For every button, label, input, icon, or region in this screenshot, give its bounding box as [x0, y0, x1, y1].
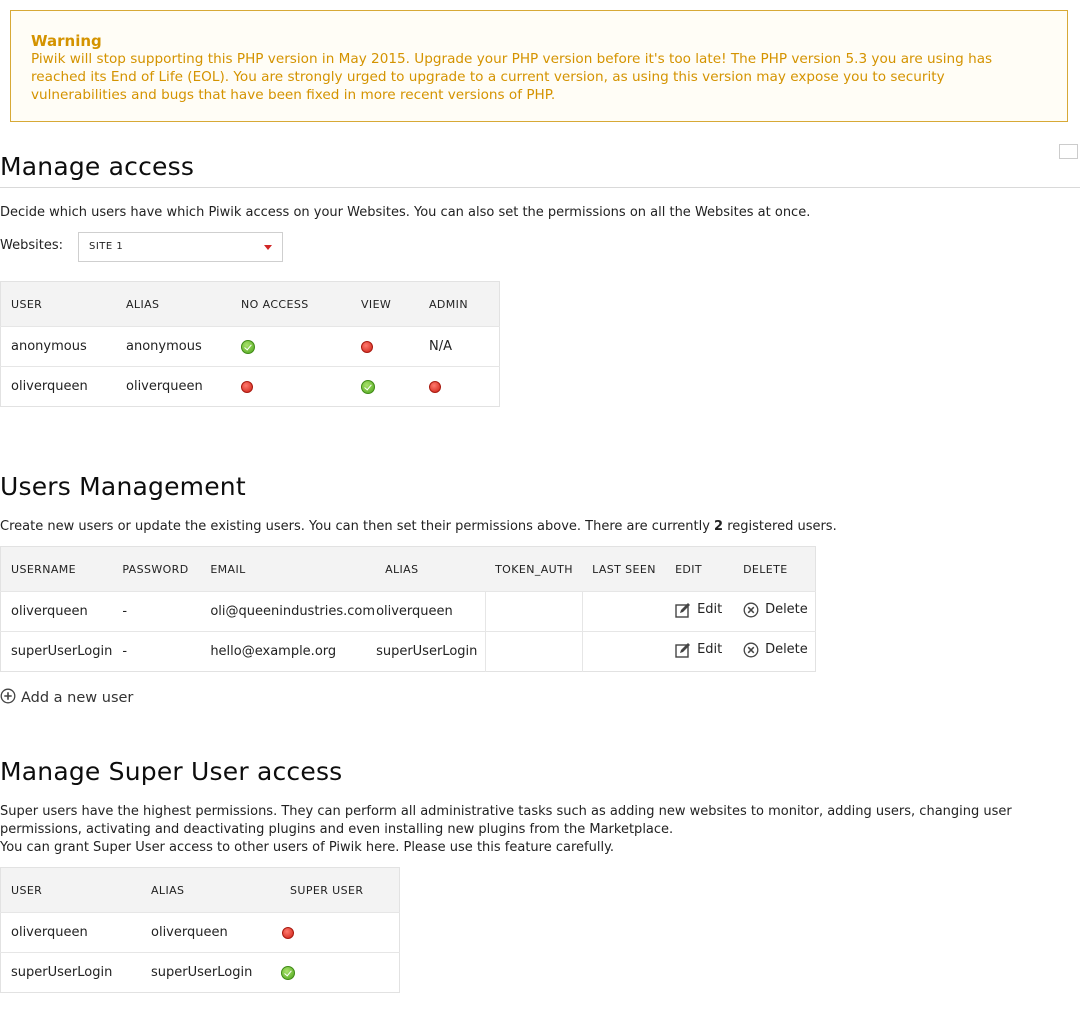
- super-user-warning-text: You can grant Super User access to other…: [0, 840, 615, 855]
- granted-icon[interactable]: [241, 339, 255, 354]
- col-delete: DELETE: [733, 546, 816, 592]
- users-management-title: Users Management: [0, 472, 246, 501]
- table-row: oliverqueen oliverqueen: [0, 912, 400, 953]
- denied-icon[interactable]: [429, 380, 441, 393]
- dropdown-caret-icon: [264, 245, 272, 250]
- col-view: VIEW: [351, 281, 419, 327]
- edit-label: Edit: [697, 642, 723, 657]
- add-circle-icon: [0, 688, 16, 708]
- manage-access-description: Decide which users have which Piwik acce…: [0, 205, 811, 220]
- col-email: EMAIL: [200, 546, 376, 592]
- col-user: USER: [0, 281, 116, 327]
- cell-email: oli@queenindustries.com: [200, 591, 376, 632]
- cell-admin: N/A: [419, 326, 500, 367]
- delete-icon: [743, 642, 759, 658]
- col-token-auth: TOKEN_AUTH: [485, 546, 583, 592]
- denied-icon[interactable]: [361, 340, 373, 353]
- description-part: Create new users or update the existing …: [0, 519, 715, 534]
- cell-alias: oliverqueen: [116, 366, 231, 407]
- delete-user-button[interactable]: Delete: [743, 602, 808, 618]
- access-table: USER ALIAS NO ACCESS VIEW ADMIN anonymou…: [0, 281, 500, 407]
- edit-user-button[interactable]: Edit: [675, 642, 722, 658]
- table-row: anonymous anonymous N/A: [0, 326, 500, 367]
- add-new-user-label: Add a new user: [21, 690, 134, 706]
- delete-label: Delete: [765, 602, 808, 617]
- col-edit: EDIT: [665, 546, 734, 592]
- edit-user-button[interactable]: Edit: [675, 602, 722, 618]
- super-user-title: Manage Super User access: [0, 757, 343, 786]
- col-password: PASSWORD: [112, 546, 201, 592]
- edit-label: Edit: [697, 602, 723, 617]
- table-row: oliverqueen oliverqueen: [0, 366, 500, 407]
- user-count: 2: [714, 519, 724, 534]
- page: Warning Piwik will stop supporting this …: [0, 0, 1080, 1035]
- warning-text: Piwik will stop supporting this PHP vers…: [31, 51, 993, 103]
- description-part: registered users.: [723, 519, 837, 534]
- php-warning-box: Warning Piwik will stop supporting this …: [10, 10, 1068, 122]
- cell-alias: anonymous: [116, 326, 231, 367]
- col-alias: ALIAS: [116, 281, 231, 327]
- granted-icon[interactable]: [361, 379, 375, 394]
- edit-icon: [675, 602, 691, 618]
- corner-checkbox[interactable]: [1059, 144, 1078, 159]
- cell-email: hello@example.org: [200, 631, 376, 672]
- col-alias: ALIAS: [141, 867, 280, 913]
- cell-alias: superUserLogin: [375, 631, 486, 672]
- cell-alias: oliverqueen: [141, 912, 280, 953]
- cell-user: oliverqueen: [0, 912, 141, 953]
- website-selector[interactable]: SITE 1: [78, 232, 283, 262]
- table-row: superUserLogin - hello@example.org super…: [0, 631, 816, 672]
- edit-icon: [675, 642, 691, 658]
- delete-icon: [743, 602, 759, 618]
- cell-last-seen: [581, 591, 666, 632]
- cell-username: oliverqueen: [0, 591, 113, 632]
- granted-icon[interactable]: [281, 965, 295, 980]
- cell-last-seen: [581, 631, 666, 672]
- denied-icon[interactable]: [282, 926, 294, 939]
- cell-user: anonymous: [0, 326, 116, 367]
- cell-username: superUserLogin: [0, 631, 113, 672]
- cell-password: -: [112, 591, 201, 632]
- selected-site: SITE 1: [89, 241, 124, 252]
- col-no-access: NO ACCESS: [231, 281, 351, 327]
- section-divider: [0, 187, 1080, 188]
- cell-token-auth: [484, 631, 583, 672]
- col-alias: ALIAS: [375, 546, 486, 592]
- cell-user: oliverqueen: [0, 366, 116, 407]
- users-table: USERNAME PASSWORD EMAIL ALIAS TOKEN_AUTH…: [0, 546, 816, 672]
- col-last-seen: LAST SEEN: [582, 546, 666, 592]
- table-row: oliverqueen - oli@queenindustries.com ol…: [0, 591, 816, 632]
- warning-title: Warning: [31, 32, 102, 50]
- table-row: superUserLogin superUserLogin: [0, 952, 400, 993]
- users-management-description: Create new users or update the existing …: [0, 518, 837, 536]
- add-new-user-button[interactable]: Add a new user: [0, 688, 133, 708]
- cell-user: superUserLogin: [0, 952, 141, 993]
- super-user-table: USER ALIAS SUPER USER oliverqueen oliver…: [0, 867, 400, 993]
- super-user-description: Super users have the highest permissions…: [0, 804, 1012, 837]
- col-user: USER: [0, 867, 141, 913]
- cell-password: -: [112, 631, 201, 672]
- delete-user-button[interactable]: Delete: [743, 642, 808, 658]
- cell-alias: superUserLogin: [141, 952, 280, 993]
- delete-label: Delete: [765, 642, 808, 657]
- websites-label: Websites:: [0, 238, 63, 253]
- denied-icon[interactable]: [241, 380, 253, 393]
- col-username: USERNAME: [0, 546, 113, 592]
- col-admin: ADMIN: [419, 281, 500, 327]
- cell-token-auth: [484, 591, 583, 632]
- col-super-user: SUPER USER: [280, 867, 400, 913]
- manage-access-title: Manage access: [0, 152, 195, 181]
- cell-alias: oliverqueen: [375, 591, 486, 632]
